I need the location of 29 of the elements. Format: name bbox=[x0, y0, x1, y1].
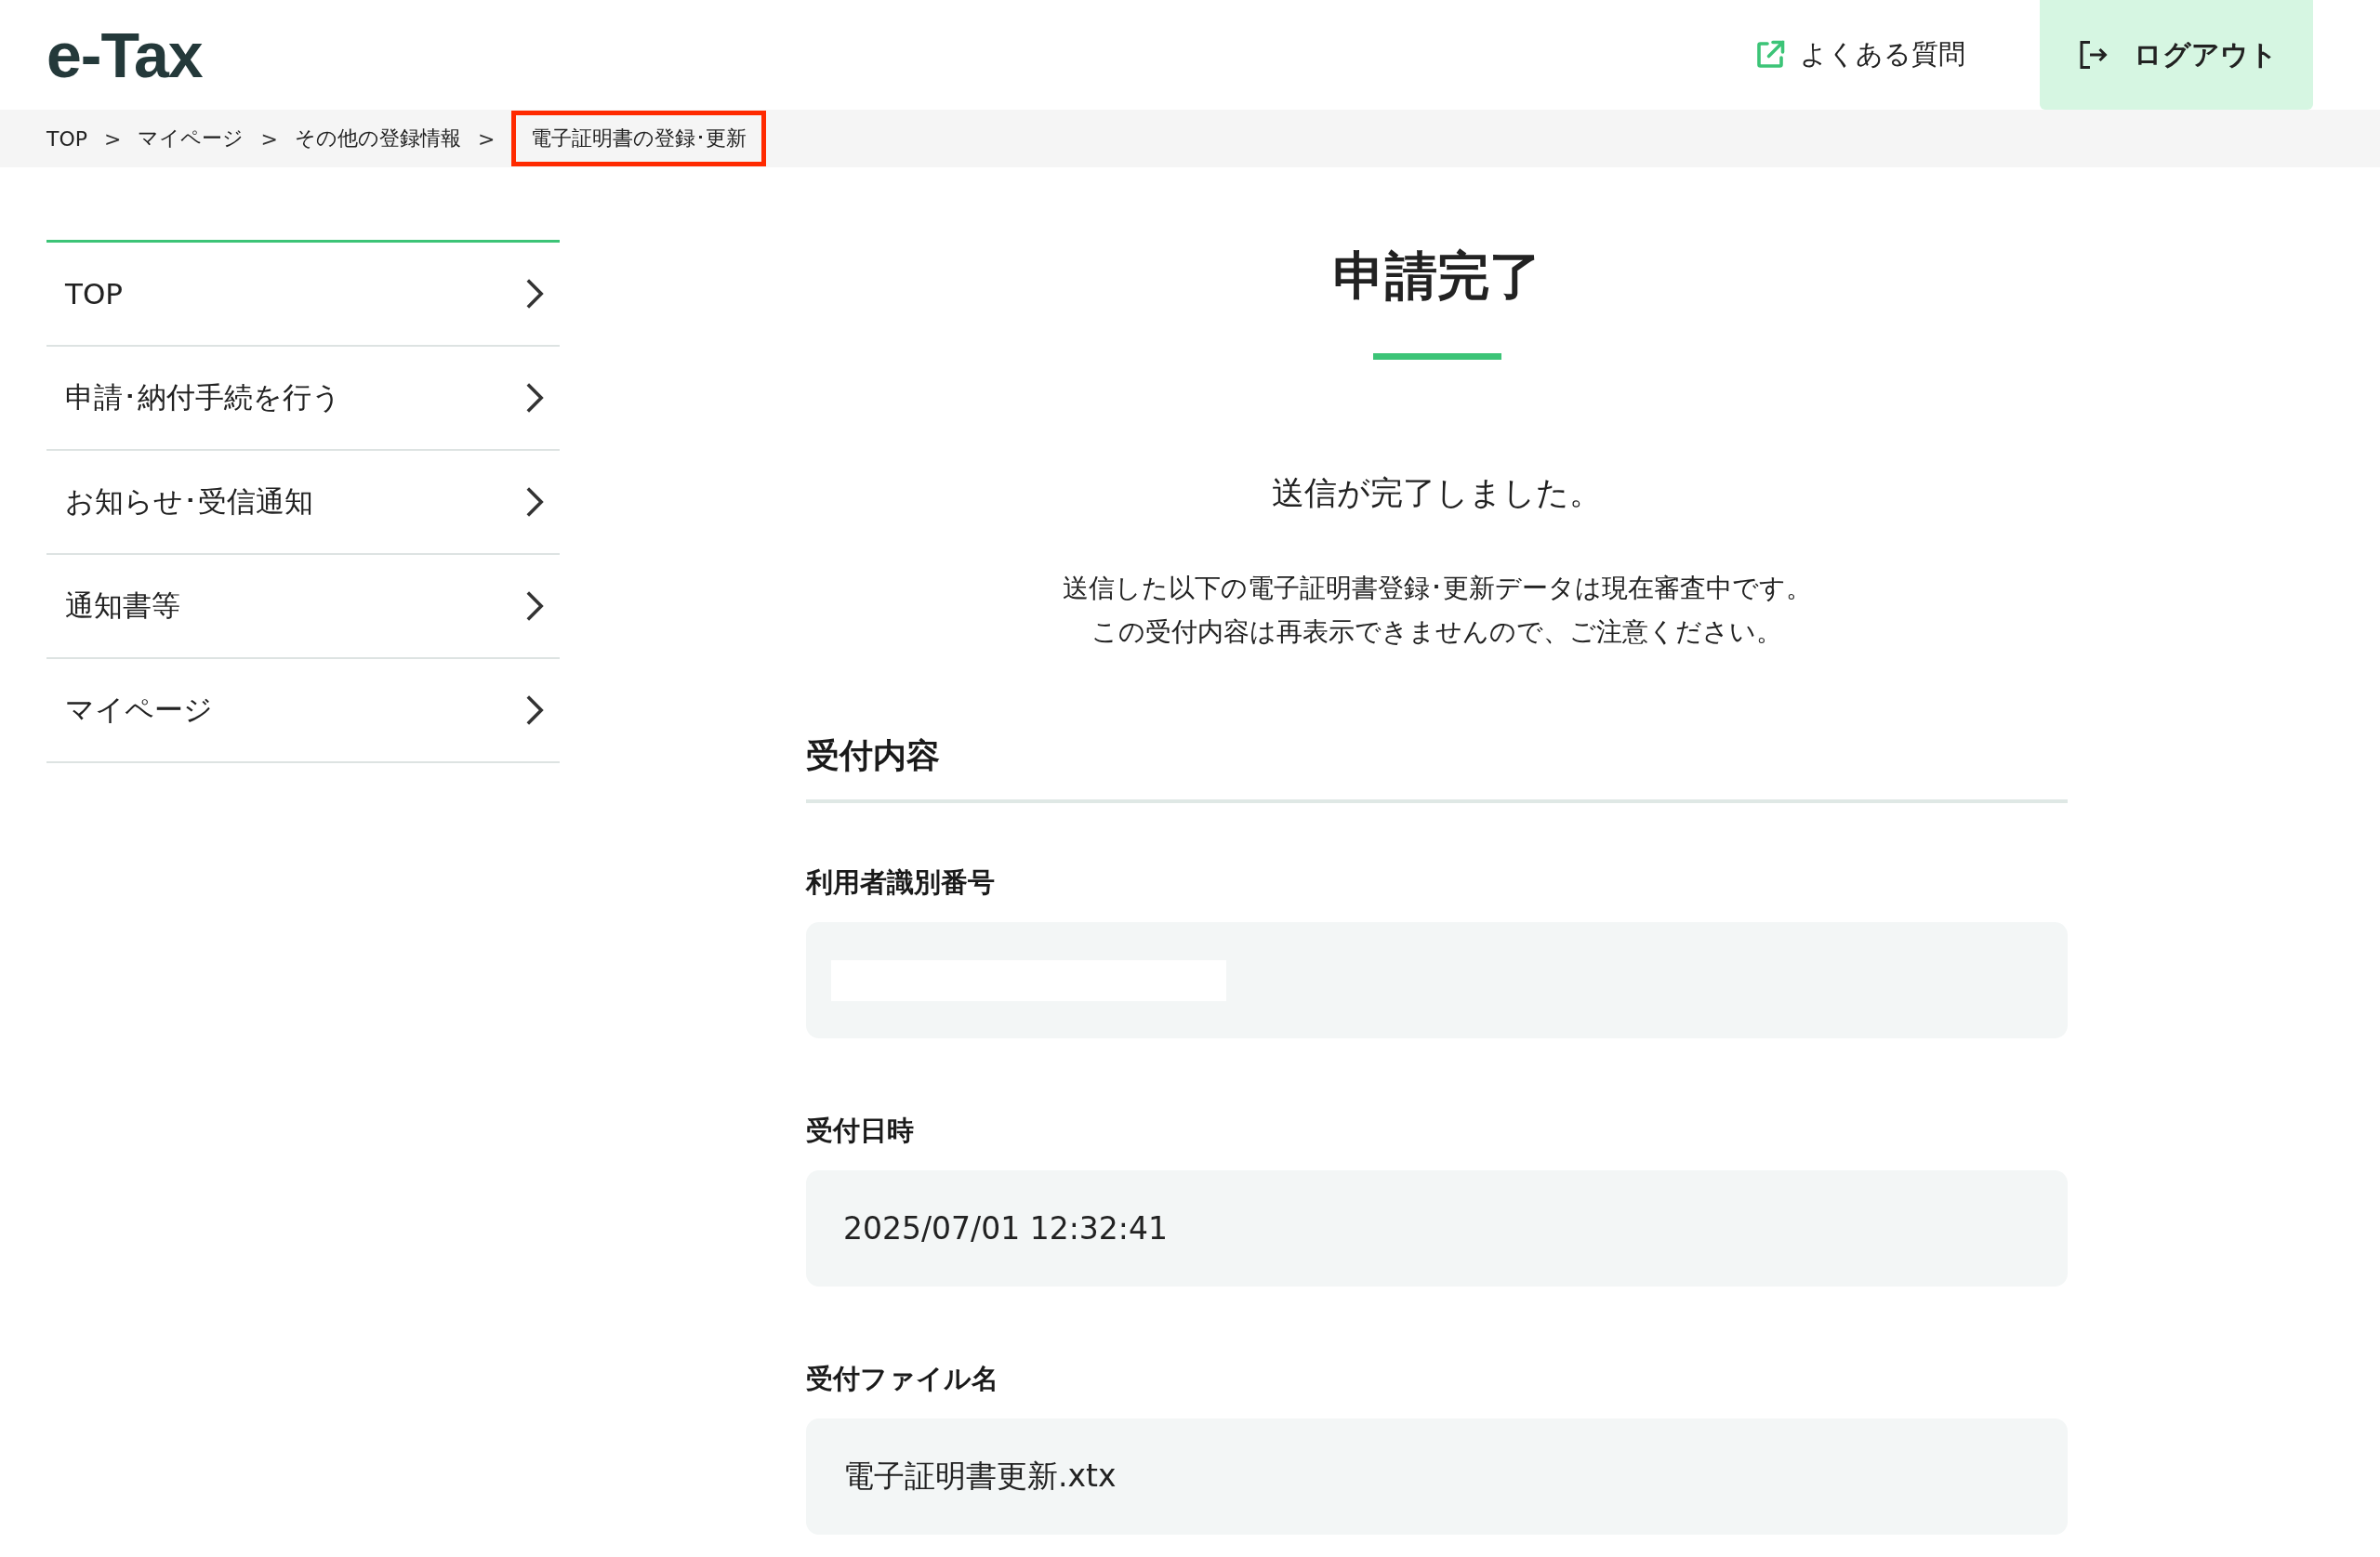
field-label: 利用者識別番号 bbox=[806, 865, 996, 900]
field-label: 受付日時 bbox=[806, 1114, 915, 1148]
breadcrumb-link[interactable]: TOP bbox=[46, 126, 88, 151]
chevron-right-icon bbox=[524, 589, 545, 623]
breadcrumb-link[interactable]: 電子証明書の登録･更新 bbox=[511, 111, 767, 166]
chevron-right-icon bbox=[524, 277, 545, 310]
sidebar-item[interactable]: お知らせ･受信通知 bbox=[46, 451, 560, 555]
chevron-right-icon bbox=[524, 381, 545, 415]
breadcrumb-separator: > bbox=[260, 126, 278, 151]
logout-button[interactable]: ログアウト bbox=[2040, 0, 2313, 110]
faq-link[interactable]: よくある質問 bbox=[1753, 36, 1965, 73]
field-label: 受付ファイル名 bbox=[806, 1362, 999, 1396]
breadcrumb-separator: > bbox=[477, 126, 496, 151]
breadcrumb-separator: > bbox=[104, 126, 122, 151]
sidebar-item[interactable]: 通知書等 bbox=[46, 555, 560, 659]
chevron-right-icon bbox=[524, 485, 545, 519]
completion-message: 送信が完了しました。 bbox=[1271, 473, 1603, 513]
description-text: 送信した以下の電子証明書登録･更新データは現在審査中です。 この受付内容は再表示できませんので、ご注意ください。 bbox=[1061, 572, 1813, 649]
breadcrumb-link[interactable]: その他の登録情報 bbox=[294, 125, 461, 152]
sidebar-item[interactable]: マイページ bbox=[46, 659, 560, 763]
sidebar-item[interactable]: TOP bbox=[46, 243, 560, 347]
breadcrumb-link[interactable]: マイページ bbox=[138, 125, 245, 152]
site-logo: e-Tax bbox=[46, 19, 203, 91]
value-field: 2025/07/01 12:32:41 bbox=[806, 1170, 2068, 1287]
value-field: 電子証明書更新.xtx bbox=[806, 1418, 2068, 1535]
sidebar-item[interactable]: 申請･納付手続を行う bbox=[46, 347, 560, 451]
section-heading: 受付内容 bbox=[806, 733, 2068, 803]
chevron-right-icon bbox=[524, 693, 545, 727]
page-title: 申請完了 bbox=[1331, 244, 1542, 308]
